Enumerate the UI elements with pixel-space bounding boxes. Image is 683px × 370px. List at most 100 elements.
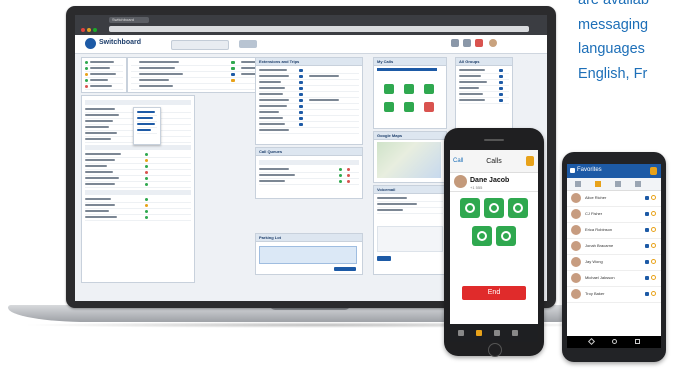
android-screen-title: Favorites	[577, 167, 602, 173]
status-icon	[645, 196, 649, 200]
ios-screen-title: Calls	[486, 158, 502, 165]
maximize-dot-icon[interactable]	[93, 28, 97, 32]
transfer-button[interactable]	[484, 198, 504, 218]
home-button[interactable]	[488, 343, 502, 357]
recents-nav-icon[interactable]	[635, 339, 640, 344]
voicemail-panel: Voicemail	[373, 185, 447, 275]
avatar	[571, 257, 581, 267]
android-tab-row	[567, 178, 661, 191]
phone-speaker	[484, 139, 504, 141]
marketing-line: are availab	[578, 0, 649, 8]
tab-icon[interactable]	[635, 181, 641, 187]
tab-icon[interactable]	[595, 181, 601, 187]
end-call-button[interactable]: End	[462, 286, 526, 300]
contact-name: Jay Wong	[585, 259, 603, 264]
caller-number: +1 555	[470, 185, 483, 190]
contact-row[interactable]: CJ Fisher	[567, 207, 661, 223]
tab-icon[interactable]	[458, 330, 464, 336]
status-icon	[645, 292, 649, 296]
user-icon[interactable]	[526, 156, 534, 166]
contact-row[interactable]: Jay Wong	[567, 255, 661, 271]
home-nav-icon[interactable]	[612, 339, 617, 344]
ios-tab-bar	[450, 324, 538, 342]
marketing-text: are availab messaging languages English,…	[578, 0, 683, 86]
help-icon[interactable]	[463, 39, 471, 47]
back-nav-icon[interactable]	[587, 337, 596, 346]
menu-icon[interactable]	[570, 168, 575, 173]
voicemail-play-button[interactable]	[377, 256, 391, 261]
user-avatar[interactable]	[489, 39, 497, 47]
contact-name: Troy Baker	[585, 291, 605, 296]
android-app-bar: Favorites	[567, 164, 661, 178]
avatar	[571, 289, 581, 299]
park-button[interactable]	[472, 226, 492, 246]
ios-phone: Call Calls Dane Jacob +1 555 End	[444, 128, 544, 357]
parked-call-action[interactable]	[334, 267, 356, 271]
panel-title: Voicemail	[374, 186, 446, 194]
presence-icon	[651, 243, 656, 248]
contact-name: Jonah Bracarne	[585, 243, 614, 248]
panel-title: Google Maps	[374, 132, 446, 140]
tab-icon[interactable]	[615, 181, 621, 187]
browser-tab[interactable]: Switchboard	[109, 17, 149, 23]
map-view[interactable]	[377, 142, 441, 178]
contact-row[interactable]: Michael Jaksson	[567, 271, 661, 287]
contact-name: Michael Jaksson	[585, 275, 615, 280]
contact-name: Alice Richer	[585, 195, 607, 200]
user-icon[interactable]	[650, 167, 657, 175]
contact-row[interactable]: Erica Robinson	[567, 223, 661, 239]
app-header: Switchboard	[75, 35, 547, 54]
caller-name: Dane Jacob	[470, 177, 510, 184]
hangup-icon[interactable]	[424, 102, 434, 112]
avatar	[571, 241, 581, 251]
presence-icon	[651, 275, 656, 280]
caller-avatar	[454, 175, 467, 188]
android-favorites-screen: Favorites Alice Richer CJ Fisher Erica R…	[567, 164, 661, 348]
contact-name: Erica Robinson	[585, 227, 613, 232]
address-bar[interactable]	[109, 26, 529, 32]
contact-row[interactable]: Jonah Bracarne	[567, 239, 661, 255]
marketing-line: languages	[578, 41, 645, 57]
status-icon	[645, 244, 649, 248]
minimize-dot-icon[interactable]	[87, 28, 91, 32]
call-controls: End	[450, 192, 538, 342]
close-dot-icon[interactable]	[81, 28, 85, 32]
presence-icon	[651, 195, 656, 200]
record-icon[interactable]	[404, 102, 414, 112]
record-button[interactable]	[496, 226, 516, 246]
tab-icon[interactable]	[512, 330, 518, 336]
android-nav-bar	[567, 336, 661, 348]
transfer-icon[interactable]	[404, 84, 414, 94]
call-queues-panel: Call Queues	[255, 147, 363, 199]
status-icon	[645, 276, 649, 280]
hold-icon[interactable]	[384, 102, 394, 112]
search-input[interactable]	[171, 40, 229, 50]
panel-title: All Groups	[456, 58, 512, 66]
parking-lot-panel: Parking Lot	[255, 233, 363, 275]
ios-call-screen: Call Calls Dane Jacob +1 555 End	[450, 150, 538, 342]
tab-icon[interactable]	[494, 330, 500, 336]
android-phone: Favorites Alice Richer CJ Fisher Erica R…	[562, 152, 666, 362]
avatar	[571, 225, 581, 235]
answer-icon[interactable]	[384, 84, 394, 94]
forward-button[interactable]	[508, 198, 528, 218]
status-icon	[645, 212, 649, 216]
search-button[interactable]	[239, 40, 257, 48]
settings-icon[interactable]	[451, 39, 459, 47]
extensions-list-panel	[81, 57, 127, 93]
app-logo-icon	[85, 38, 96, 49]
tab-icon[interactable]	[476, 330, 482, 336]
panel-title: Call Queues	[256, 148, 362, 156]
presence-icon	[651, 259, 656, 264]
avatar	[571, 209, 581, 219]
forward-icon[interactable]	[424, 84, 434, 94]
presence-icon	[651, 227, 656, 232]
my-calls-panel: My Calls	[373, 57, 447, 129]
browser-bar: Switchboard	[75, 15, 547, 35]
notification-icon[interactable]	[475, 39, 483, 47]
contact-row[interactable]: Alice Richer	[567, 191, 661, 207]
hold-button[interactable]	[460, 198, 480, 218]
avatar	[571, 193, 581, 203]
contact-row[interactable]: Troy Baker	[567, 287, 661, 303]
tab-icon[interactable]	[575, 181, 581, 187]
